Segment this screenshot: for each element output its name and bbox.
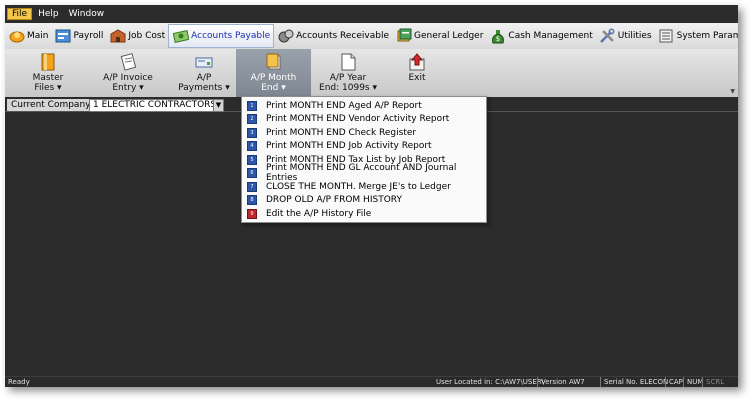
ap-year-end-label-1: A/P Year <box>329 73 367 83</box>
menu-item-label: Print MONTH END Vendor Activity Report <box>266 114 450 124</box>
nav-accounts-receivable[interactable]: Accounts Receivable <box>274 25 392 47</box>
ap-month-end-label-2: End ▾ <box>261 83 286 93</box>
item-4-icon: 4 <box>247 141 257 151</box>
item-8-icon: 8 <box>247 195 257 205</box>
chevron-down-icon[interactable]: ▼ <box>213 100 223 111</box>
ap-payments-button[interactable]: A/P Payments ▾ <box>170 49 238 97</box>
menu-item-label: CLOSE THE MONTH. Merge JE's to Ledger <box>266 181 451 192</box>
menu-item-vendor-activity-report[interactable]: 2 Print MONTH END Vendor Activity Report <box>242 113 486 126</box>
menu-item-job-activity-report[interactable]: 4 Print MONTH END Job Activity Report <box>242 140 486 153</box>
status-user-location: User Located in: C:\AW7\USER\ <box>436 378 545 386</box>
year-end-icon <box>339 53 357 71</box>
status-cap: CAP <box>665 377 683 387</box>
nav-accounts-payable[interactable]: Accounts Payable <box>168 24 275 48</box>
job-cost-icon <box>109 28 126 45</box>
menu-item-label: Print MONTH END Job Activity Report <box>266 141 432 151</box>
main-icon <box>8 28 25 45</box>
item-3-icon: 3 <box>247 127 257 138</box>
menu-item-aged-ap-report[interactable]: 1 Print MONTH END Aged A/P Report <box>242 99 486 112</box>
ribbon-toolbar: Master Files ▾ A/P Invoice Entry ▾ A/P P… <box>5 49 738 98</box>
item-2-icon: 2 <box>247 114 257 124</box>
ap-invoice-entry-label-2: Entry ▾ <box>112 83 144 93</box>
menu-item-drop-old-ap[interactable]: 8 DROP OLD A/P FROM HISTORY <box>242 194 486 207</box>
item-7-icon: 7 <box>247 181 257 192</box>
payments-icon <box>195 53 213 71</box>
ap-year-end-label-2: End: 1099s ▾ <box>319 83 377 93</box>
nav-utilities-label: Utilities <box>617 31 652 41</box>
svg-text:$: $ <box>496 35 500 43</box>
exit-icon <box>408 53 426 71</box>
status-scrl: SCRL <box>702 377 724 387</box>
general-ledger-icon <box>395 28 412 45</box>
menu-item-label: Print MONTH END Check Register <box>266 127 417 138</box>
ap-invoice-entry-button[interactable]: A/P Invoice Entry ▾ <box>93 49 163 97</box>
item-5-icon: 5 <box>247 154 257 165</box>
nav-utilities[interactable]: Utilities <box>596 25 655 47</box>
menu-bar: File Help Window <box>5 5 738 23</box>
ap-month-end-button[interactable]: A/P Month End ▾ <box>236 49 311 97</box>
accounts-payable-icon <box>172 28 189 45</box>
item-1-icon: 1 <box>247 100 257 111</box>
exit-label: Exit <box>408 73 426 83</box>
master-files-label-2: Files ▾ <box>34 83 62 93</box>
status-bar: Ready User Located in: C:\AW7\USER\ Vers… <box>5 376 738 387</box>
ap-month-end-label-1: A/P Month <box>250 73 297 83</box>
nav-job-cost[interactable]: Job Cost <box>106 25 168 47</box>
menu-item-edit-history-file[interactable]: 9 Edit the A/P History File <box>242 207 486 220</box>
nav-payroll-label: Payroll <box>73 31 104 41</box>
company-select[interactable]: 1 ELECTRIC CONTRACTORS ▼ <box>89 99 224 112</box>
status-version: Version AW7 <box>537 377 585 387</box>
status-num: NUM <box>683 377 703 387</box>
nav-accounts-receivable-label: Accounts Receivable <box>296 31 390 41</box>
menu-item-label: Edit the A/P History File <box>266 208 372 219</box>
menu-item-label: Print MONTH END Aged A/P Report <box>266 100 422 111</box>
menu-item-close-month[interactable]: 7 CLOSE THE MONTH. Merge JE's to Ledger <box>242 180 486 193</box>
module-nav-bar: Main Payroll Job Cost Accounts Payable A… <box>5 23 738 50</box>
accounts-receivable-icon <box>277 28 294 45</box>
nav-general-ledger-label: General Ledger <box>414 31 484 41</box>
menu-item-label: DROP OLD A/P FROM HISTORY <box>266 195 402 205</box>
master-files-label-1: Master <box>32 73 64 83</box>
status-serial: Serial No. ELECON <box>600 377 668 387</box>
app-window: File Help Window Main Payroll Job Cost A… <box>5 5 738 387</box>
current-company-label: Current Company: <box>7 99 97 111</box>
nav-cash-management-label: Cash Management <box>508 31 593 41</box>
ap-invoice-entry-label-1: A/P Invoice <box>103 73 153 83</box>
utilities-icon <box>599 28 616 45</box>
nav-cash-management[interactable]: $ Cash Management <box>486 25 595 47</box>
item-6-icon: 6 <box>247 168 257 178</box>
invoice-entry-icon <box>119 53 137 71</box>
nav-job-cost-label: Job Cost <box>128 31 166 41</box>
menu-item-gl-journal-entries[interactable]: 6 Print MONTH END GL Account AND Journal… <box>242 163 486 183</box>
menu-window[interactable]: Window <box>65 8 109 20</box>
ribbon-expand-icon[interactable]: ▼ <box>730 88 735 95</box>
cash-management-icon: $ <box>489 28 506 45</box>
menu-help[interactable]: Help <box>34 8 63 20</box>
payroll-icon <box>55 28 72 45</box>
master-files-icon <box>39 53 57 71</box>
master-files-button[interactable]: Master Files ▾ <box>17 49 79 97</box>
ap-payments-label-1: A/P <box>196 73 212 83</box>
month-end-dropdown: 1 Print MONTH END Aged A/P Report 2 Prin… <box>241 96 487 223</box>
company-select-value: 1 ELECTRIC CONTRACTORS <box>93 100 217 110</box>
nav-main-label: Main <box>27 31 49 41</box>
system-parameters-icon <box>658 28 675 45</box>
menu-file[interactable]: File <box>7 8 33 20</box>
nav-system-parameters-label: System Parameters <box>676 31 738 41</box>
nav-main[interactable]: Main <box>5 25 52 47</box>
nav-general-ledger[interactable]: General Ledger <box>392 25 486 47</box>
nav-system-parameters[interactable]: System Parameters <box>655 25 738 47</box>
menu-item-check-register[interactable]: 3 Print MONTH END Check Register <box>242 126 486 139</box>
status-ready: Ready <box>8 378 30 386</box>
month-end-icon <box>265 53 283 71</box>
ap-payments-label-2: Payments ▾ <box>178 83 230 93</box>
exit-button[interactable]: Exit <box>397 49 437 97</box>
nav-accounts-payable-label: Accounts Payable <box>191 31 271 41</box>
nav-payroll[interactable]: Payroll <box>52 25 107 47</box>
item-9-icon: 9 <box>247 208 257 219</box>
ap-year-end-button[interactable]: A/P Year End: 1099s ▾ <box>313 49 383 97</box>
